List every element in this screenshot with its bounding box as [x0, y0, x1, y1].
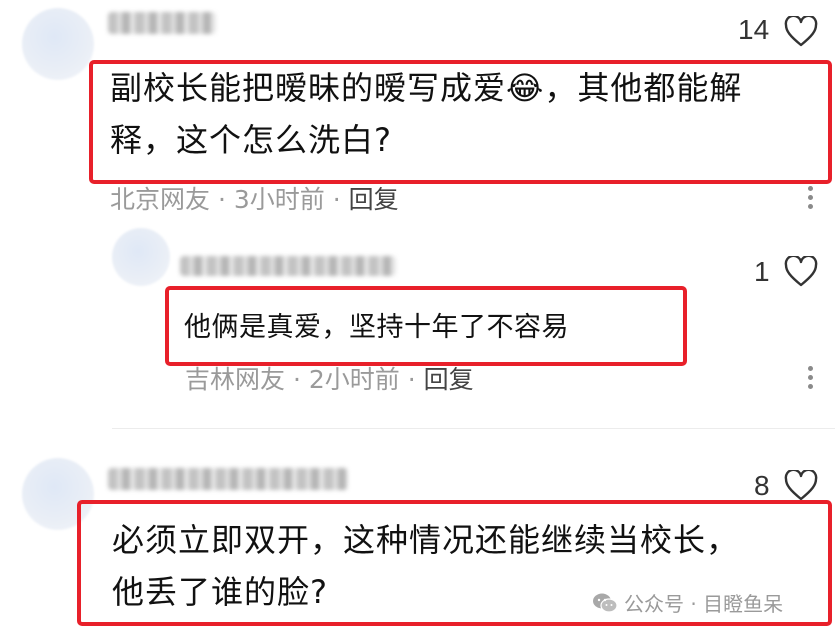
- watermark-text: 公众号 · 目瞪鱼呆: [624, 592, 784, 616]
- heart-icon[interactable]: [784, 16, 818, 48]
- like-count: 1: [754, 256, 770, 287]
- location: 北京网友: [110, 185, 211, 214]
- username-blurred[interactable]: [108, 12, 216, 34]
- watermark: 公众号 · 目瞪鱼呆: [592, 588, 783, 617]
- separator: ·: [407, 365, 416, 394]
- divider: [112, 428, 835, 429]
- separator: ·: [292, 365, 301, 394]
- comment-text: 副校长能把暧昧的暧写成爱😂，其他都能解 释，这个怎么洗白?: [110, 62, 825, 166]
- username-blurred[interactable]: [108, 468, 348, 490]
- separator: ·: [217, 185, 226, 214]
- username-blurred[interactable]: [180, 256, 396, 276]
- comment-text: 他俩是真爱，坚持十年了不容易: [184, 312, 569, 343]
- separator: ·: [332, 185, 341, 214]
- avatar[interactable]: [112, 228, 170, 286]
- comment-meta: 北京网友 · 3小时前 · 回复: [110, 180, 399, 216]
- more-options-icon[interactable]: [808, 366, 814, 393]
- heart-icon[interactable]: [784, 256, 818, 288]
- like-count: 14: [738, 14, 770, 45]
- wechat-icon: [593, 593, 618, 613]
- like-count: 8: [754, 470, 770, 501]
- comment-text-line-1: 必须立即双开，这种情况还能继续当校长，: [112, 521, 740, 559]
- location: 吉林网友: [185, 365, 286, 394]
- heart-icon[interactable]: [784, 470, 818, 502]
- reply-button[interactable]: 回复: [349, 185, 399, 214]
- reply-button[interactable]: 回复: [424, 365, 474, 394]
- comment-meta: 吉林网友 · 2小时前 · 回复: [185, 360, 474, 396]
- timestamp: 2小时前: [308, 365, 400, 394]
- timestamp: 3小时前: [233, 185, 325, 214]
- comment-text-line-1: 副校长能把暧昧的暧写成爱😂，其他都能解: [110, 69, 743, 107]
- comment-text-line-2: 释，这个怎么洗白?: [110, 121, 392, 159]
- avatar[interactable]: [22, 8, 94, 80]
- more-options-icon[interactable]: [808, 186, 814, 213]
